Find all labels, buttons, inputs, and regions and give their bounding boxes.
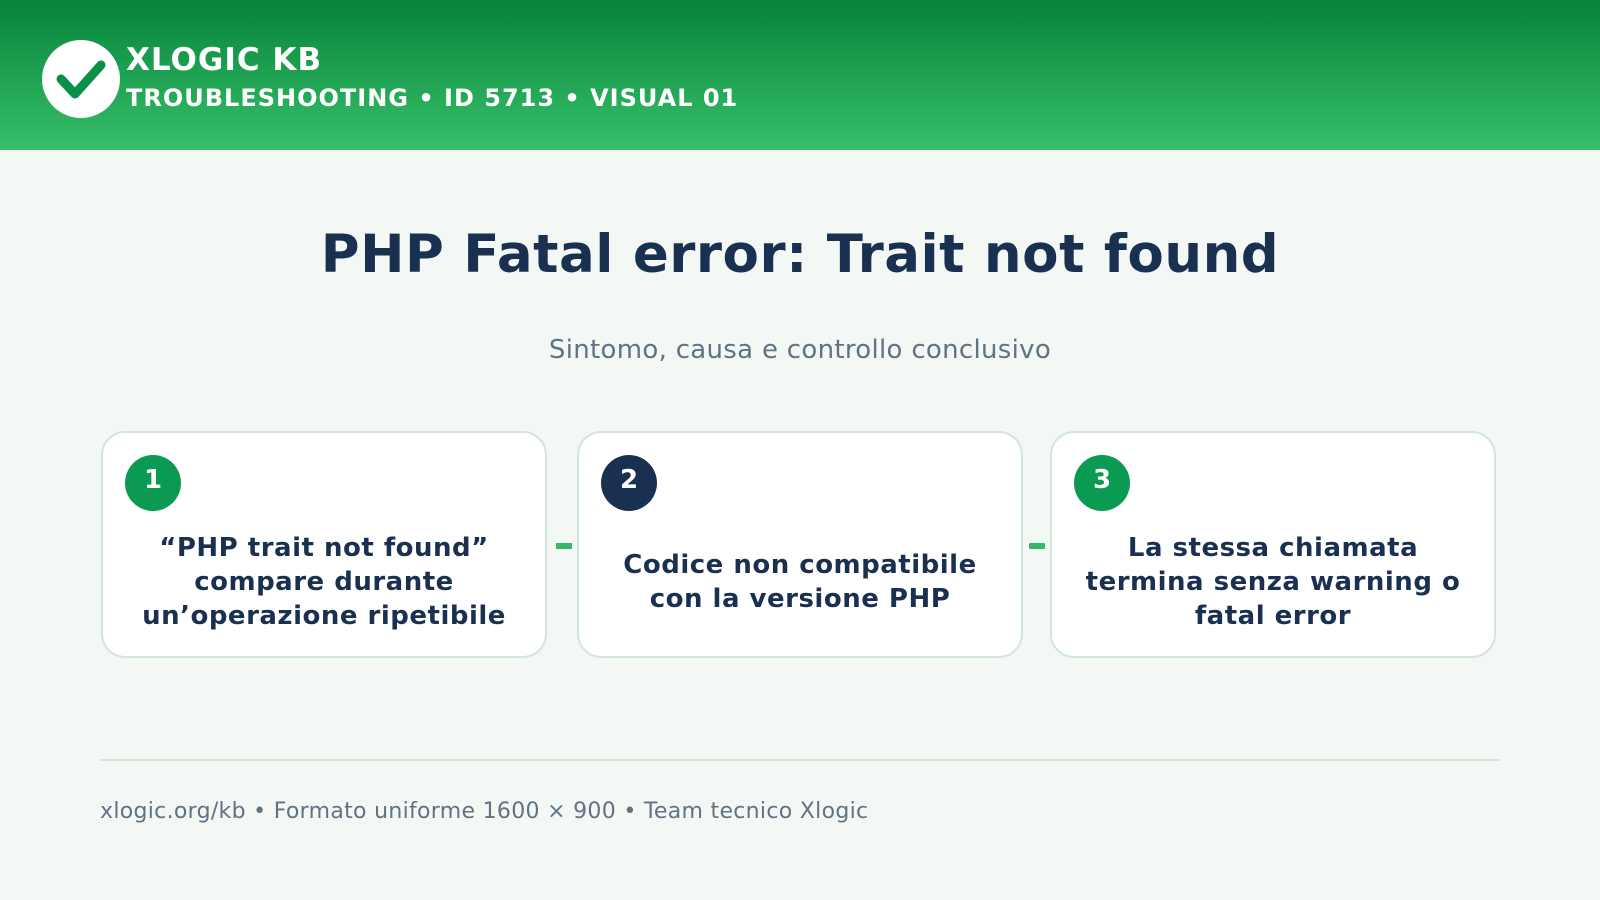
step-connector	[1029, 543, 1045, 549]
step-text: “PHP trait not found” compare durante un…	[142, 532, 506, 631]
brand-title: XLOGIC KB	[126, 42, 323, 78]
header-banner: XLOGIC KB TROUBLESHOOTING • ID 5713 • VI…	[0, 0, 1600, 150]
step-connector	[556, 543, 572, 549]
step-text: Codice non compatibile con la versione P…	[623, 549, 977, 614]
step-card-2: 2 Codice non compatibile con la versione…	[577, 431, 1023, 658]
step-card-1: 1 “PHP trait not found” compare durante …	[101, 431, 547, 658]
step-card-3: 3 La stessa chiamata termina senza warni…	[1050, 431, 1496, 658]
step-text: La stessa chiamata termina senza warning…	[1085, 532, 1461, 631]
brand-subtitle: TROUBLESHOOTING • ID 5713 • VISUAL 01	[126, 84, 739, 112]
checkmark-icon	[56, 60, 106, 99]
step-number-badge: 1	[125, 455, 181, 511]
footer-text: xlogic.org/kb • Formato uniforme 1600 × …	[100, 799, 869, 824]
logo-badge	[42, 40, 120, 118]
step-number-badge: 3	[1074, 455, 1130, 511]
step-number-badge: 2	[601, 455, 657, 511]
page-title: PHP Fatal error: Trait not found	[320, 224, 1280, 285]
footer-divider	[100, 759, 1500, 761]
page-subtitle: Sintomo, causa e controllo conclusivo	[548, 335, 1052, 365]
